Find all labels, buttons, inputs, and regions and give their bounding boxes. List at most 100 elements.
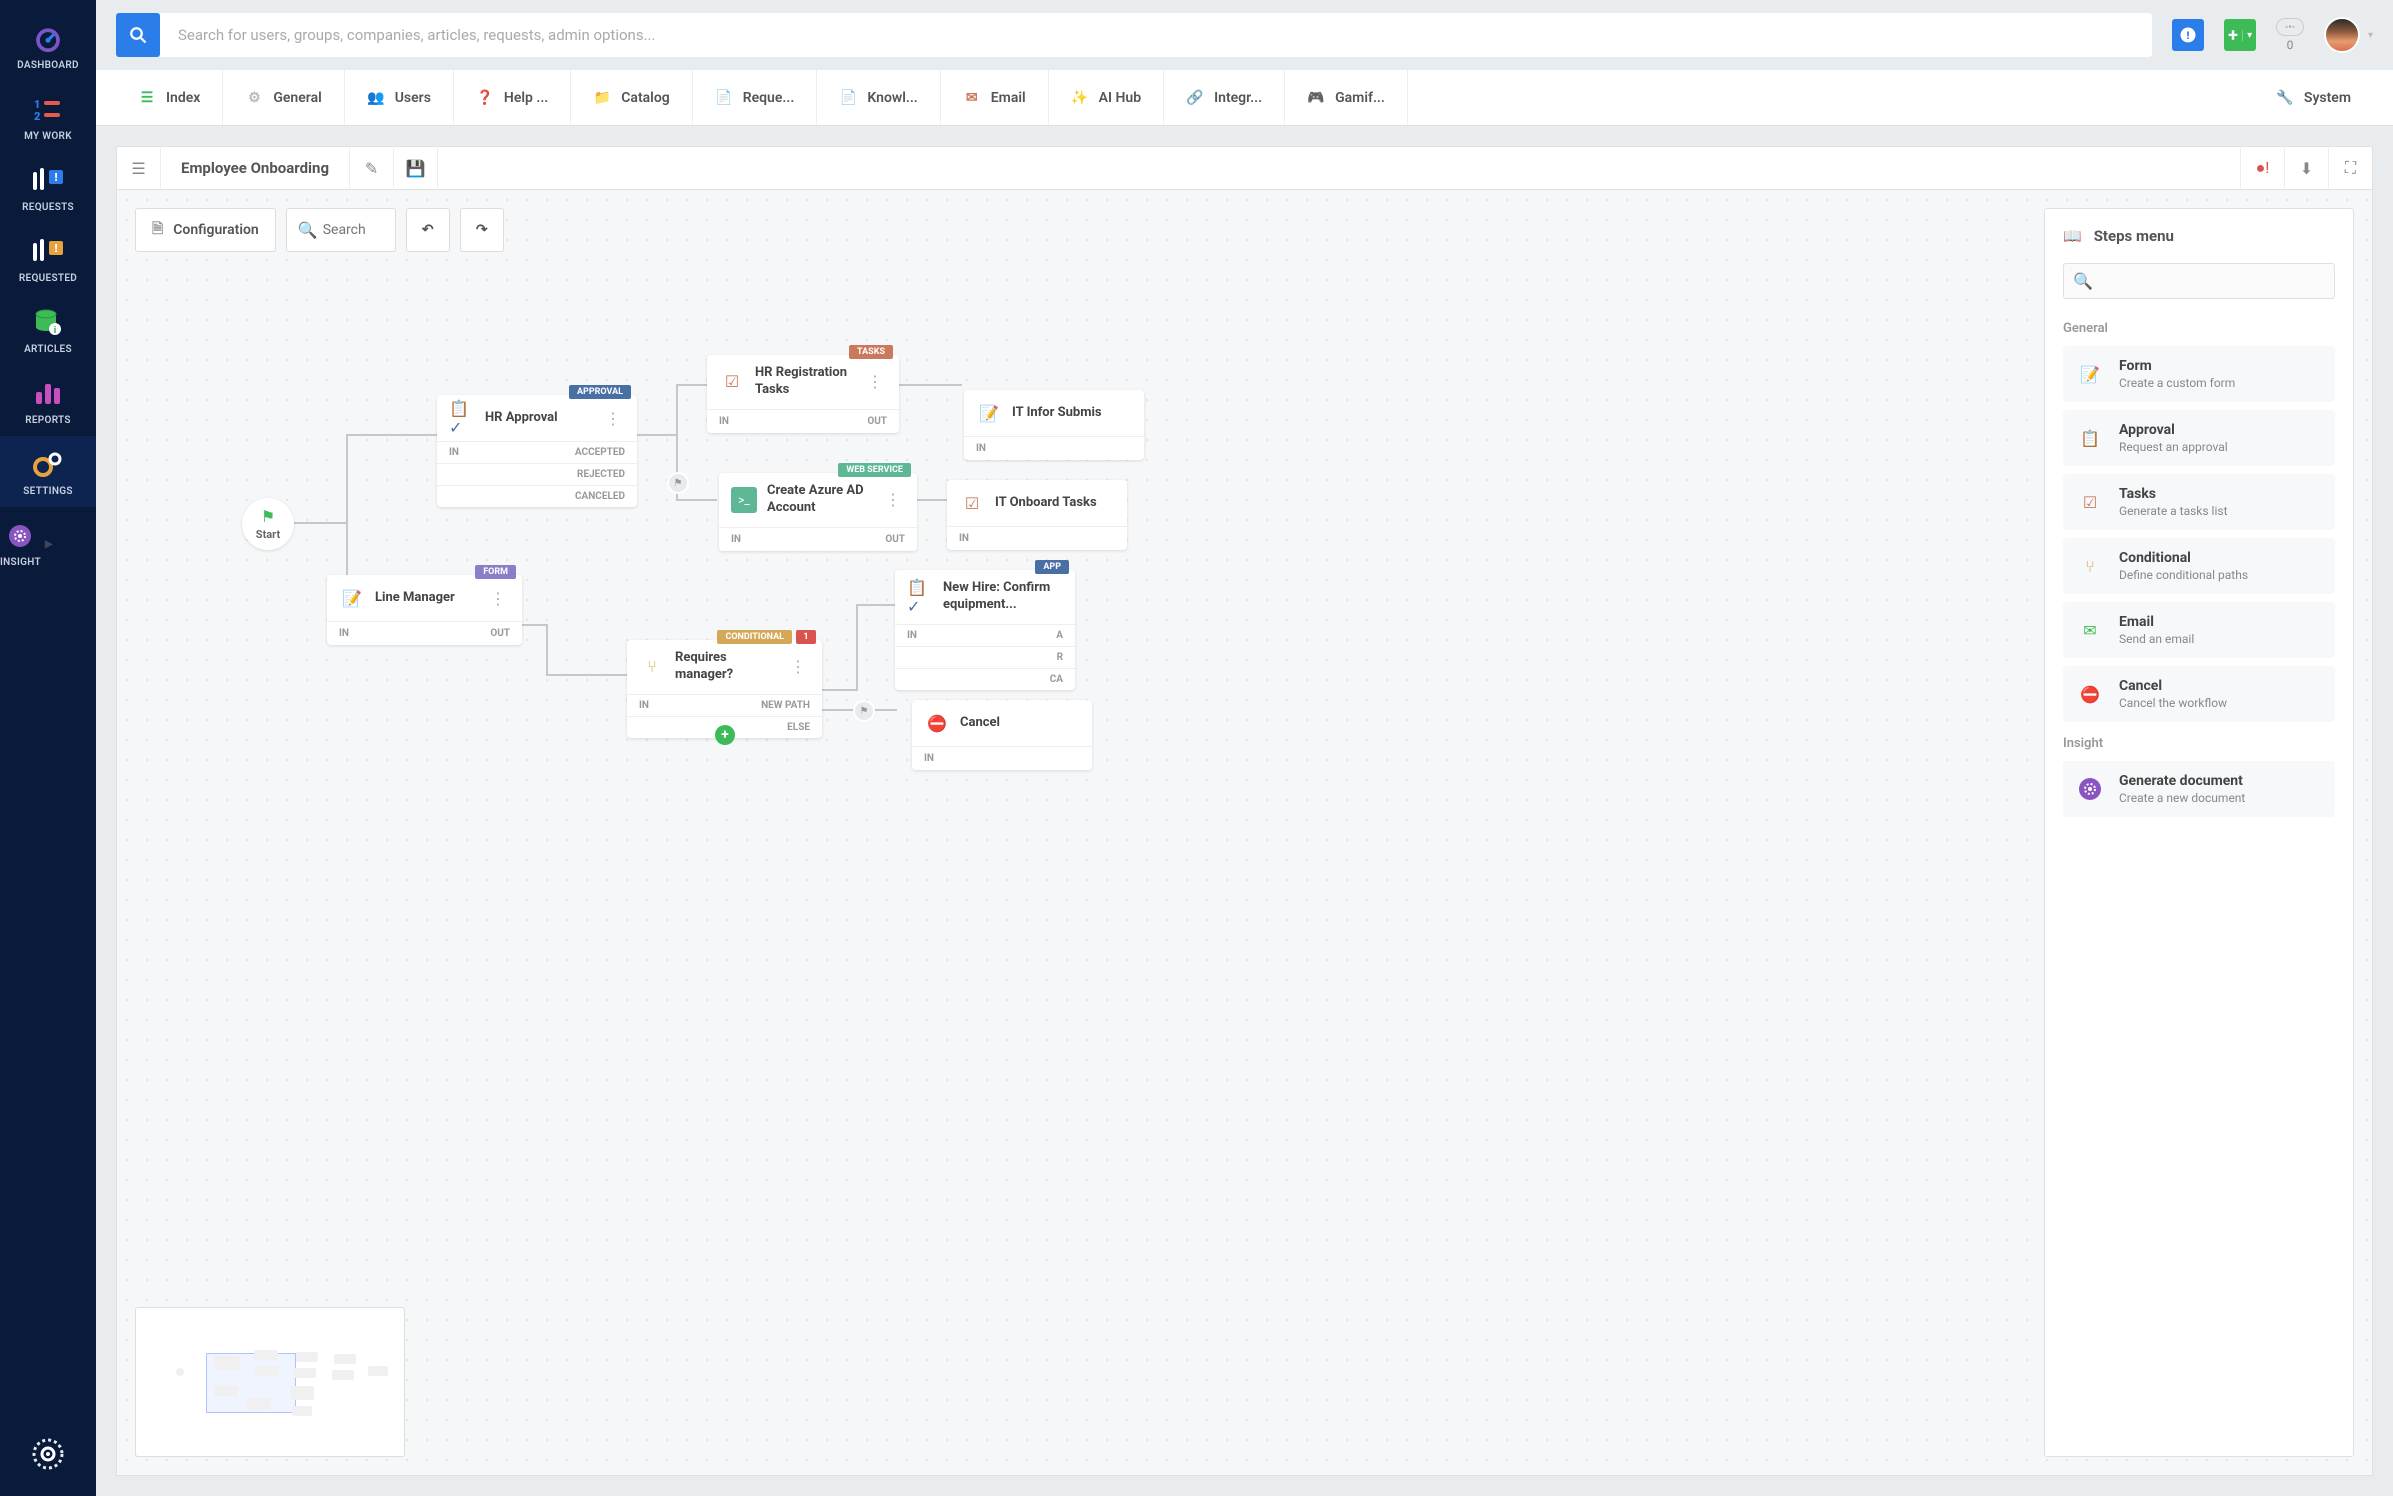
steps-panel-title: 📖 Steps menu — [2063, 227, 2335, 245]
tab-aihub[interactable]: ✨AI Hub — [1049, 70, 1164, 125]
tab-integrations[interactable]: 🔗Integr... — [1164, 70, 1285, 125]
add-button[interactable]: +▾ — [2224, 19, 2256, 51]
badge-approval: APPROVAL — [569, 385, 631, 399]
avatar — [2324, 17, 2360, 53]
node-requires-manager[interactable]: CONDITIONAL1 ⑂ Requires manager? ⋮ INNEW… — [627, 640, 822, 738]
step-cancel[interactable]: ⛔ CancelCancel the workflow — [2063, 666, 2335, 722]
node-it-onboard[interactable]: ☑ IT Onboard Tasks IN — [947, 480, 1127, 550]
node-line-manager[interactable]: FORM 📝 Line Manager ⋮ INOUT — [327, 575, 522, 645]
edit-button[interactable]: ✎ — [350, 146, 394, 190]
step-tasks[interactable]: ☑ TasksGenerate a tasks list — [2063, 474, 2335, 530]
sidebar-item-reports[interactable]: REPORTS — [0, 365, 96, 436]
caret-down-icon[interactable]: ▾ — [2242, 30, 2256, 41]
configuration-button[interactable]: 🗎Configuration — [135, 208, 276, 252]
node-more-button[interactable]: ⋮ — [601, 409, 625, 428]
tab-system[interactable]: 🔧System — [2254, 70, 2373, 125]
requests-icon: ! — [32, 166, 64, 196]
search-button[interactable] — [116, 13, 160, 57]
undo-button[interactable]: ↶ — [406, 208, 450, 252]
game-icon: 🎮 — [1307, 89, 1325, 107]
save-button[interactable]: 💾 — [394, 146, 438, 190]
download-button[interactable]: ⬇ — [2284, 146, 2328, 190]
add-path-button[interactable]: + — [715, 725, 735, 745]
step-form[interactable]: 📝 FormCreate a custom form — [2063, 346, 2335, 402]
tab-help[interactable]: ❓Help ... — [454, 70, 571, 125]
insight-icon — [4, 521, 36, 551]
step-generate-document[interactable]: Generate documentCreate a new document — [2063, 761, 2335, 817]
node-cancel[interactable]: ⛔ Cancel IN — [912, 700, 1092, 770]
node-azure[interactable]: WEB SERVICE >_ Create Azure AD Account ⋮… — [719, 473, 917, 551]
search-input[interactable] — [160, 13, 2152, 57]
user-menu[interactable]: ▾ — [2324, 17, 2373, 53]
svg-text:!: ! — [54, 242, 57, 255]
mail-icon: ✉ — [2075, 615, 2105, 645]
sidebar-label: REQUESTS — [22, 202, 74, 213]
wand-icon: ✨ — [1071, 89, 1089, 107]
error-indicator[interactable]: ●! — [2240, 146, 2284, 190]
node-title: IT Onboard Tasks — [995, 495, 1115, 512]
tab-requests[interactable]: 📄Reque... — [693, 70, 818, 125]
sidebar-item-insight[interactable]: INSIGHT ▶ — [0, 507, 96, 578]
svg-text:2: 2 — [34, 110, 40, 122]
sidebar-item-requested[interactable]: ! REQUESTED — [0, 223, 96, 294]
sidebar-item-mywork[interactable]: 12 MY WORK — [0, 81, 96, 152]
menu-button[interactable]: ☰ — [117, 146, 161, 190]
fullscreen-button[interactable]: ⛶ — [2328, 146, 2372, 190]
tab-email[interactable]: ✉Email — [941, 70, 1049, 125]
approval-icon: 📋✓ — [907, 584, 933, 610]
node-title: Cancel — [960, 715, 1080, 732]
doc-icon: 📄 — [839, 89, 857, 107]
node-more-button[interactable]: ⋮ — [863, 372, 887, 391]
minimap[interactable] — [135, 1307, 405, 1457]
badge-conditional: CONDITIONAL — [717, 630, 792, 644]
sidebar-label: REPORTS — [25, 415, 71, 426]
badge-approval: APP — [1035, 560, 1069, 574]
link-icon: 🔗 — [1186, 89, 1204, 107]
node-new-hire[interactable]: APP 📋✓ New Hire: Confirm equipment... IN… — [895, 570, 1075, 690]
branch-icon: ⑂ — [639, 654, 665, 680]
node-title: HR Approval — [485, 410, 591, 427]
approval-icon: 📋✓ — [449, 405, 475, 431]
steps-section-general: General — [2063, 321, 2335, 336]
tasks-icon: ☑ — [2075, 487, 2105, 517]
file-icon: 📄 — [715, 89, 733, 107]
form-icon: 📝 — [339, 585, 365, 611]
node-it-info[interactable]: 📝 IT Infor Submis IN — [964, 390, 1144, 460]
wrench-icon: 🔧 — [2276, 89, 2294, 107]
redo-button[interactable]: ↷ — [460, 208, 504, 252]
node-more-button[interactable]: ⋮ — [486, 589, 510, 608]
sidebar: DASHBOARD 12 MY WORK ! REQUESTS ! REQUES… — [0, 0, 96, 1496]
tab-catalog[interactable]: 📁Catalog — [571, 70, 692, 125]
cancel-icon: ⛔ — [2075, 679, 2105, 709]
port-connector[interactable]: ⚑ — [853, 700, 875, 722]
workflow-start-node[interactable]: ⚑ Start — [242, 498, 294, 550]
workflow-canvas[interactable]: 🗎Configuration 🔍 ↶ ↷ — [116, 190, 2373, 1476]
alert-button[interactable]: ! — [2172, 19, 2204, 51]
sidebar-item-dashboard[interactable]: DASHBOARD — [0, 10, 96, 81]
node-more-button[interactable]: ⋮ — [881, 490, 905, 509]
tasks-icon: ☑ — [959, 490, 985, 516]
steps-search-input[interactable] — [2063, 263, 2335, 299]
sidebar-label: SETTINGS — [23, 486, 73, 497]
tab-index[interactable]: ☰Index — [116, 70, 223, 125]
sidebar-label: ARTICLES — [24, 344, 72, 355]
sidebar-item-settings[interactable]: SETTINGS — [0, 436, 96, 507]
tab-knowledge[interactable]: 📄Knowl... — [817, 70, 940, 125]
settings-tabs: ☰Index ⚙General 👥Users ❓Help ... 📁Catalo… — [96, 70, 2393, 126]
node-more-button[interactable]: ⋮ — [786, 657, 810, 676]
node-hr-approval[interactable]: APPROVAL 📋✓ HR Approval ⋮ INACCEPTED REJ… — [437, 395, 637, 507]
search-icon: 🔍 — [298, 221, 318, 240]
step-conditional[interactable]: ⑂ ConditionalDefine conditional paths — [2063, 538, 2335, 594]
node-hr-tasks[interactable]: TASKS ☑ HR Registration Tasks ⋮ INOUT — [707, 355, 899, 433]
sidebar-item-articles[interactable]: i ARTICLES — [0, 294, 96, 365]
tab-users[interactable]: 👥Users — [345, 70, 454, 125]
step-email[interactable]: ✉ EmailSend an email — [2063, 602, 2335, 658]
topbar: ! +▾ ◦•◦ 0 ▾ — [96, 0, 2393, 70]
step-approval[interactable]: 📋 ApprovalRequest an approval — [2063, 410, 2335, 466]
tab-general[interactable]: ⚙General — [223, 70, 344, 125]
port-connector[interactable]: ⚑ — [667, 472, 689, 494]
tab-gamification[interactable]: 🎮Gamif... — [1285, 70, 1408, 125]
sidebar-item-requests[interactable]: ! REQUESTS — [0, 152, 96, 223]
users-icon: 👥 — [367, 89, 385, 107]
counter[interactable]: ◦•◦ 0 — [2276, 18, 2304, 52]
